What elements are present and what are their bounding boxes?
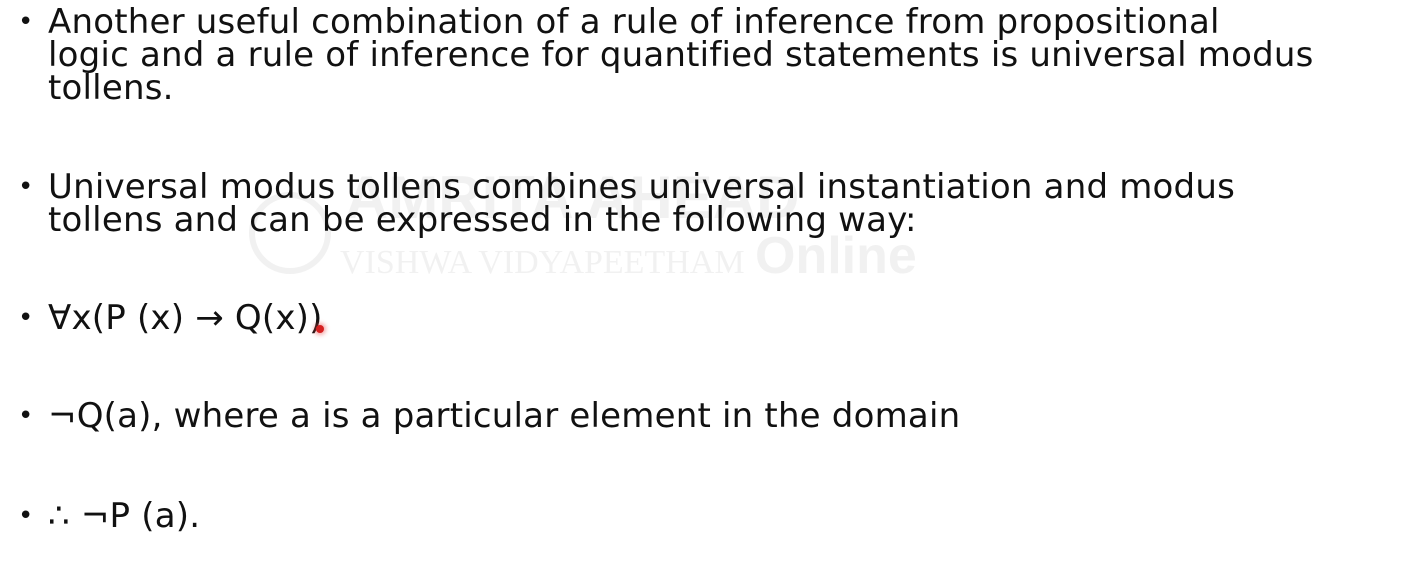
bullet-text: Universal modus tollens combines univers…	[48, 167, 1235, 240]
laser-pointer-dot	[316, 325, 324, 333]
bullet-item: • ¬Q(a), where a is a particular element…	[18, 396, 961, 436]
bullet-dot: •	[18, 401, 34, 431]
bullet-text: Another useful combination of a rule of …	[48, 2, 1314, 108]
bullet-dot: •	[18, 172, 34, 202]
bullet-text: ∴ ¬P (a).	[48, 496, 201, 536]
bullet-item: • ∀x(P (x) → Q(x))	[18, 298, 323, 338]
watermark-line2: VISHWA VIDYAPEETHAM	[340, 244, 745, 281]
bullet-dot: •	[18, 7, 34, 37]
bullet-item: • ∴ ¬P (a).	[18, 496, 201, 536]
bullet-item: • Another useful combination of a rule o…	[18, 2, 1314, 108]
bullet-text: ∀x(P (x) → Q(x))	[48, 298, 323, 338]
bullet-dot: •	[18, 501, 34, 531]
bullet-text: ¬Q(a), where a is a particular element i…	[48, 396, 961, 436]
bullet-item: • Universal modus tollens combines unive…	[18, 167, 1235, 240]
slide: AMRITA AHEAD VISHWA VIDYAPEETHAM Online …	[0, 0, 1425, 571]
bullet-dot: •	[18, 303, 34, 333]
